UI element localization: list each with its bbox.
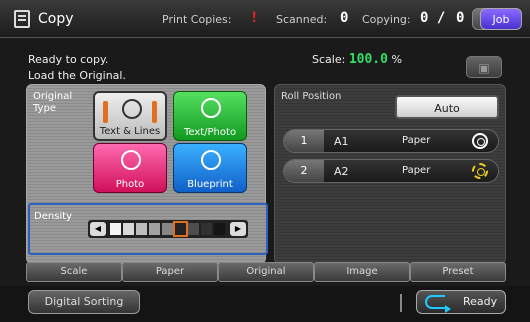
preview-icon: ▣ [478, 61, 490, 75]
roll-number: 2 [284, 160, 324, 182]
blueprint-button[interactable]: Blueprint [173, 143, 247, 193]
text-photo-button[interactable]: Text/Photo [173, 91, 247, 141]
roll-1-button[interactable]: 1 A1 Paper [283, 129, 499, 153]
status-line-2: Load the Original. [28, 69, 126, 82]
text-photo-label: Text/Photo [183, 127, 237, 138]
density-increase-button[interactable]: ▶ [230, 222, 246, 236]
scanned-value: 0 [340, 10, 349, 26]
tab-scale[interactable]: Scale [26, 262, 122, 282]
density-level-8[interactable] [201, 223, 212, 235]
density-level-6[interactable] [173, 221, 188, 237]
status-line-1: Ready to copy. [28, 53, 109, 66]
top-bar: Copy Print Copies: ! Scanned: 0 Copying:… [0, 0, 530, 38]
roll-warning-icon [472, 163, 488, 179]
roll-position-label: Roll Position [281, 91, 342, 102]
density-level-2[interactable] [123, 223, 134, 235]
scanned-label: Scanned: [276, 13, 328, 26]
copying-label: Copying: [362, 13, 411, 26]
roll-size: A1 [334, 135, 349, 148]
selection-marker-right [152, 101, 157, 123]
photo-button[interactable]: Photo [93, 143, 167, 193]
density-level-1[interactable] [110, 223, 121, 235]
blueprint-icon [201, 150, 221, 170]
copying-total: 0 [456, 10, 465, 26]
photo-icon [121, 150, 141, 170]
density-slider[interactable]: ◀ ▶ [88, 220, 248, 238]
density-level-7[interactable] [188, 223, 199, 235]
divider [400, 294, 402, 312]
blueprint-label: Blueprint [187, 179, 233, 190]
copying-value: 0 / [420, 10, 446, 26]
scale-label: Scale: [312, 53, 346, 66]
tab-image[interactable]: Image [314, 262, 410, 282]
selection-marker-left [103, 101, 108, 123]
roll-icon [472, 133, 488, 149]
ready-button[interactable]: Ready [416, 290, 506, 314]
density-level-4[interactable] [149, 223, 160, 235]
app-title: Copy [38, 11, 74, 27]
scale-unit: % [391, 53, 402, 66]
density-label: Density [34, 211, 73, 222]
ready-icon [425, 295, 451, 313]
scale-readout: Scale: 100.0 % [312, 52, 402, 67]
tab-preset[interactable]: Preset [410, 262, 506, 282]
text-lines-label: Text & Lines [99, 126, 161, 137]
text-photo-icon [201, 98, 221, 118]
preview-button[interactable]: ▣ [466, 56, 502, 78]
original-type-label: Original Type [33, 91, 73, 114]
scale-value: 100.0 [348, 52, 388, 67]
ready-label: Ready [463, 295, 498, 308]
bottom-bar: Digital Sorting Ready [0, 286, 530, 322]
auto-roll-button[interactable]: Auto [395, 95, 499, 119]
roll-size: A2 [334, 165, 349, 178]
print-copies-value: ! [250, 10, 259, 26]
density-decrease-button[interactable]: ◀ [90, 222, 106, 236]
photo-label: Photo [115, 179, 145, 190]
tab-paper[interactable]: Paper [122, 262, 218, 282]
density-level-3[interactable] [136, 223, 147, 235]
digital-sorting-button[interactable]: Digital Sorting [28, 290, 140, 314]
roll-2-button[interactable]: 2 A2 Paper [283, 159, 499, 183]
print-copies-label: Print Copies: [162, 13, 232, 26]
density-control: Density ◀ ▶ [28, 203, 268, 255]
status-message: Ready to copy. Load the Original. [28, 52, 126, 84]
copy-icon [14, 10, 30, 28]
job-button[interactable]: Job [480, 8, 522, 30]
text-lines-button[interactable]: Text & Lines [93, 91, 167, 141]
roll-number: 1 [284, 130, 324, 152]
roll-type: Paper [402, 165, 431, 176]
density-level-5[interactable] [162, 223, 173, 235]
text-lines-icon [122, 99, 142, 119]
function-tabs: Scale Paper Original Image Preset [26, 262, 506, 282]
tab-original[interactable]: Original [218, 262, 314, 282]
roll-type: Paper [402, 135, 431, 146]
density-level-9[interactable] [214, 223, 225, 235]
roll-position-panel: Roll Position Auto 1 A1 Paper 2 A2 Paper [274, 84, 506, 264]
